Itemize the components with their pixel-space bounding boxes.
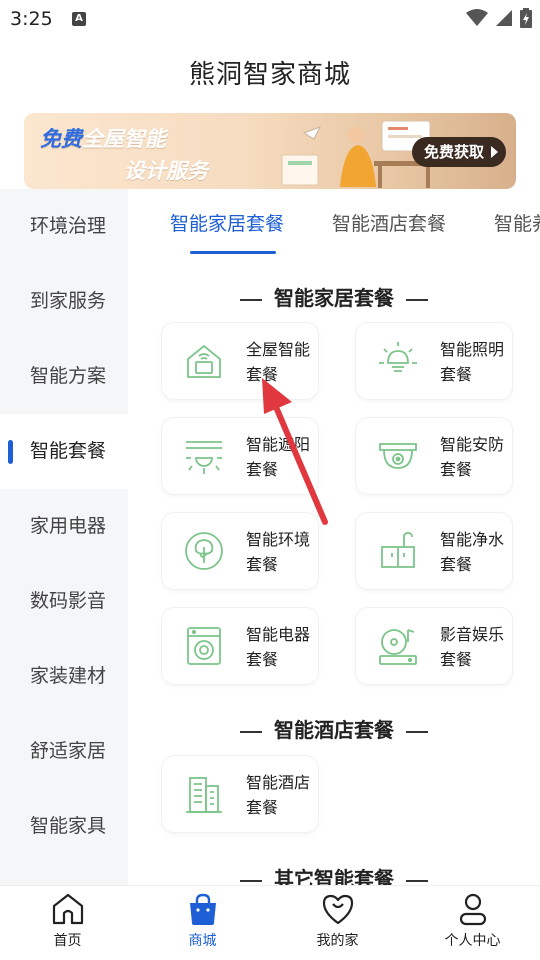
package-card-whole-home[interactable]: 全屋智能 套餐	[162, 323, 318, 399]
sidebar-item-digital-av[interactable]: 数码影音	[0, 564, 128, 639]
section-header-smart-hotel: 智能酒店套餐	[128, 714, 540, 743]
package-card-water-purifier[interactable]: 智能净水 套餐	[356, 513, 512, 589]
banner-free-text: 免费	[40, 127, 82, 151]
card-label: 智能环境 套餐	[246, 530, 311, 574]
sidebar-item-building-materials[interactable]: 家装建材	[0, 639, 128, 714]
card-label: 智能安防 套餐	[440, 435, 505, 479]
smart-home-icon	[187, 344, 221, 378]
battery-icon	[520, 8, 532, 28]
person-icon	[459, 893, 486, 926]
nav-label: 我的家	[316, 933, 359, 949]
divider-dash	[406, 298, 428, 301]
free-get-button[interactable]: 免费获取	[411, 137, 506, 167]
nav-my-home[interactable]: 我的家	[270, 886, 405, 960]
package-tabs: 智能家居套餐 智能酒店套餐 智能养	[128, 189, 540, 257]
camera-icon	[379, 443, 417, 469]
washer-icon	[187, 627, 221, 665]
card-label: 影音娱乐 套餐	[440, 625, 505, 669]
nav-mall[interactable]: 商城	[135, 886, 270, 960]
page-title: 熊洞智家商城	[188, 60, 351, 90]
divider-dash	[240, 879, 262, 882]
signal-icon	[496, 10, 512, 26]
bottom-nav: 首页 商城 我的家 个人中心	[0, 885, 540, 960]
nav-home[interactable]: 首页	[0, 886, 135, 960]
promo-banner[interactable]: 免费全屋智能 设计服务 免费获取	[24, 113, 516, 189]
divider-dash	[240, 730, 262, 733]
card-label: 智能照明 套餐	[440, 340, 505, 384]
card-label: 智能净水 套餐	[440, 530, 505, 574]
sidebar-item-smart-package[interactable]: 智能套餐	[0, 414, 128, 489]
tree-icon	[185, 532, 223, 570]
shopping-bag-icon	[189, 893, 216, 925]
package-card-hotel[interactable]: 智能酒店 套餐	[162, 756, 318, 832]
tab-smart-home-package[interactable]: 智能家居套餐	[170, 209, 284, 236]
home-icon	[52, 893, 83, 925]
sidebar-item-appliances[interactable]: 家用电器	[0, 489, 128, 564]
divider-dash	[240, 298, 262, 301]
bulb-icon	[379, 342, 417, 372]
package-card-sunshade[interactable]: 智能遮阳 套餐	[162, 418, 318, 494]
banner-subline: 设计服务	[124, 159, 208, 183]
card-label: 智能酒店 套餐	[246, 773, 311, 817]
status-bar: 3:25 A	[0, 0, 540, 38]
sidebar-item-home-service[interactable]: 到家服务	[0, 264, 128, 339]
active-tab-indicator	[190, 251, 276, 254]
package-card-lighting[interactable]: 智能照明 套餐	[356, 323, 512, 399]
package-card-security[interactable]: 智能安防 套餐	[356, 418, 512, 494]
wifi-icon	[466, 9, 488, 26]
section-header-smart-home: 智能家居套餐	[128, 282, 540, 311]
music-icon	[379, 629, 417, 665]
nav-label: 首页	[53, 933, 82, 949]
package-card-appliances[interactable]: 智能电器 套餐	[162, 608, 318, 684]
sidebar-item-smart-solution[interactable]: 智能方案	[0, 339, 128, 414]
sidebar-item-smart-furniture[interactable]: 智能家具	[0, 789, 128, 864]
sink-icon	[381, 532, 415, 568]
hotel-icon	[186, 777, 222, 813]
section-title: 智能家居套餐	[274, 286, 394, 310]
status-icons	[466, 8, 532, 28]
nav-label: 商城	[188, 933, 217, 949]
sunshade-icon	[186, 441, 222, 474]
divider-dash	[406, 879, 428, 882]
nav-profile[interactable]: 个人中心	[405, 886, 540, 960]
sidebar-item-environment[interactable]: 环境治理	[0, 189, 128, 264]
tab-smart-hotel-package[interactable]: 智能酒店套餐	[332, 209, 446, 236]
tab-smart-elderly[interactable]: 智能养	[494, 209, 540, 236]
category-sidebar: 环境治理 到家服务 智能方案 智能套餐 家用电器 数码影音 家装建材 舒适家居 …	[0, 189, 128, 885]
banner-headline: 免费全屋智能	[40, 123, 166, 153]
package-card-environment[interactable]: 智能环境 套餐	[162, 513, 318, 589]
nav-label: 个人中心	[444, 933, 501, 949]
sidebar-item-comfort-home[interactable]: 舒适家居	[0, 714, 128, 789]
heart-icon	[322, 894, 353, 925]
banner-headline-rest: 全屋智能	[82, 127, 166, 151]
card-label: 全屋智能 套餐	[246, 340, 311, 384]
divider-dash	[406, 730, 428, 733]
play-arrow-icon	[491, 146, 498, 158]
section-title: 智能酒店套餐	[274, 718, 394, 742]
status-time: 3:25	[10, 8, 53, 30]
package-card-entertainment[interactable]: 影音娱乐 套餐	[356, 608, 512, 684]
free-get-button-label: 免费获取	[423, 143, 484, 161]
a-badge-icon: A	[72, 12, 86, 26]
card-label: 智能遮阳 套餐	[246, 435, 311, 479]
card-label: 智能电器 套餐	[246, 625, 311, 669]
